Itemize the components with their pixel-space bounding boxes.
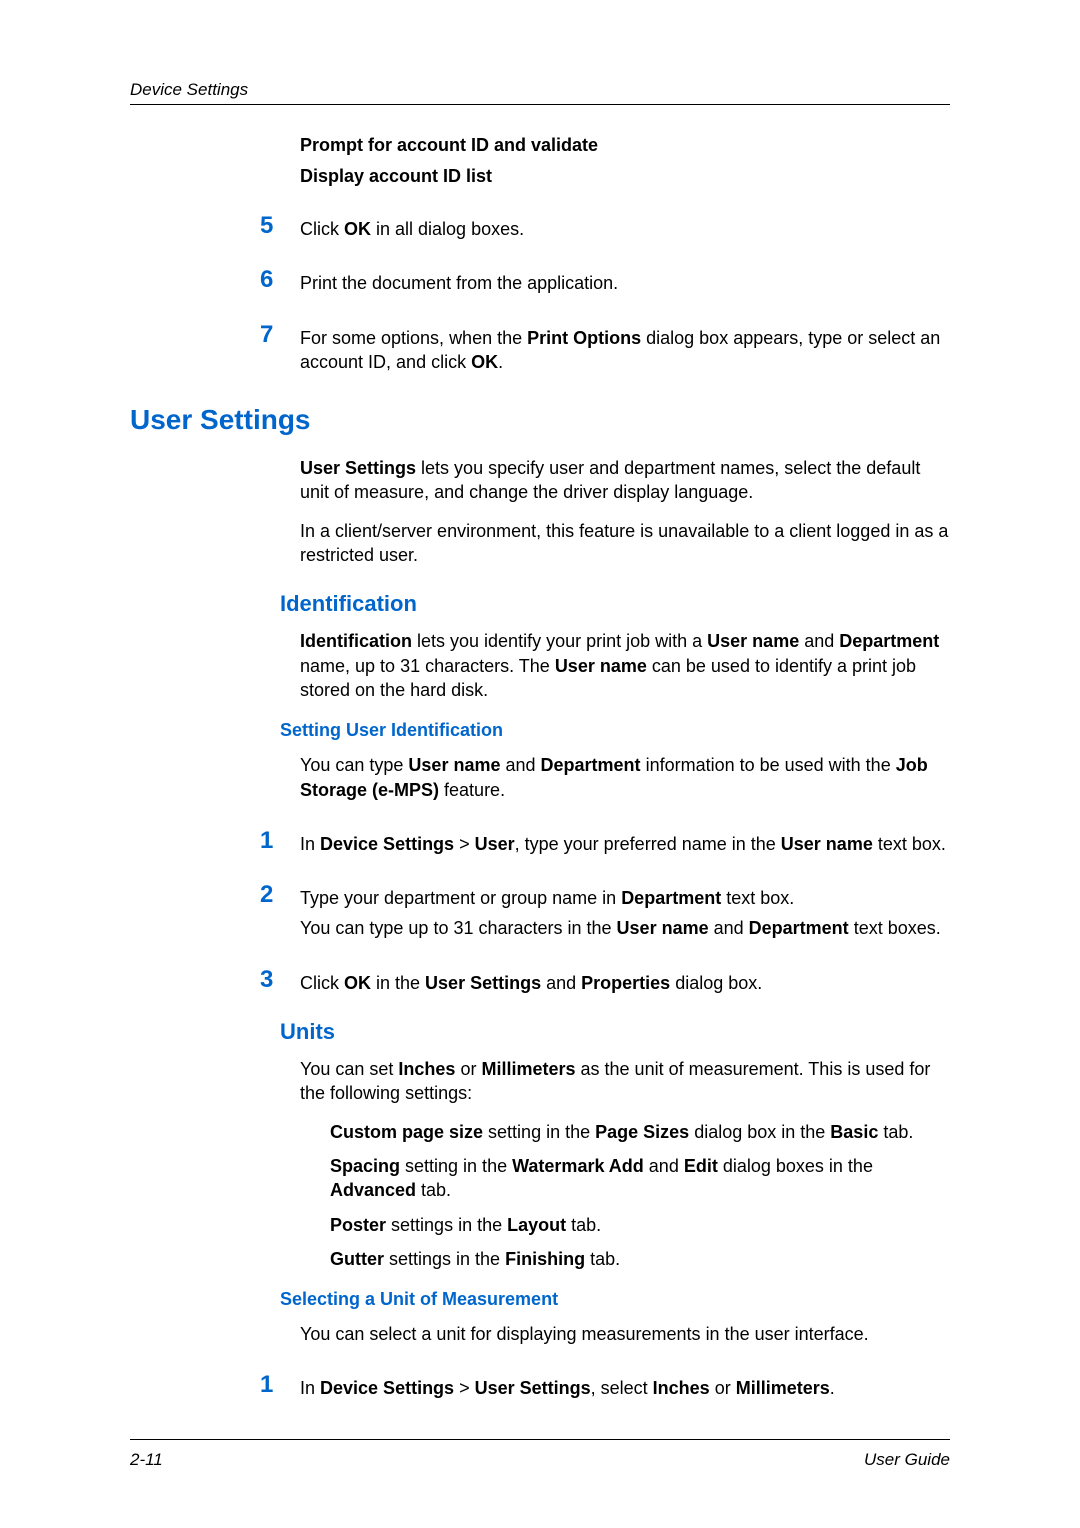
step-text: In Device Settings > User Settings, sele… — [300, 1372, 835, 1400]
identification-para: Identification lets you identify your pr… — [300, 629, 950, 702]
step-text: In Device Settings > User, type your pre… — [300, 828, 946, 856]
header-title: Device Settings — [130, 80, 248, 99]
step-text: For some options, when the Print Options… — [300, 322, 950, 375]
step-number: 7 — [260, 322, 300, 348]
step-6: 6 Print the document from the applicatio… — [260, 267, 950, 295]
step-text: Click OK in all dialog boxes. — [300, 213, 524, 241]
page-footer: 2-11 User Guide — [130, 1439, 950, 1470]
intro-line-1: Prompt for account ID and validate — [300, 135, 950, 156]
step-number: 1 — [260, 828, 300, 854]
intro-line-2: Display account ID list — [300, 166, 950, 187]
step-7: 7 For some options, when the Print Optio… — [260, 322, 950, 375]
step-number: 5 — [260, 213, 300, 239]
units-item-4: Gutter settings in the Finishing tab. — [330, 1247, 950, 1271]
content-area: Prompt for account ID and validate Displ… — [130, 135, 950, 1401]
units-step-1: 1 In Device Settings > User Settings, se… — [260, 1372, 950, 1400]
units-item-2: Spacing setting in the Watermark Add and… — [330, 1154, 950, 1203]
page-header: Device Settings — [130, 80, 950, 105]
heading-user-settings: User Settings — [130, 404, 950, 436]
step-text: Print the document from the application. — [300, 267, 618, 295]
footer-title: User Guide — [864, 1450, 950, 1470]
setting-user-id-para: You can type User name and Department in… — [300, 753, 950, 802]
ident-step-2: 2 Type your department or group name in … — [260, 882, 950, 910]
heading-identification: Identification — [280, 591, 950, 617]
step-number: 3 — [260, 967, 300, 993]
user-settings-para-1: User Settings lets you specify user and … — [300, 456, 950, 505]
ident-step-1: 1 In Device Settings > User, type your p… — [260, 828, 950, 856]
units-item-1: Custom page size setting in the Page Siz… — [330, 1120, 950, 1144]
step-number: 2 — [260, 882, 300, 908]
step-number: 1 — [260, 1372, 300, 1398]
page-number: 2-11 — [130, 1450, 163, 1470]
intro-block: Prompt for account ID and validate Displ… — [300, 135, 950, 187]
heading-selecting-unit: Selecting a Unit of Measurement — [280, 1289, 950, 1310]
ident-step-3: 3 Click OK in the User Settings and Prop… — [260, 967, 950, 995]
step-text: Click OK in the User Settings and Proper… — [300, 967, 762, 995]
step-number: 6 — [260, 267, 300, 293]
heading-setting-user-identification: Setting User Identification — [280, 720, 950, 741]
units-para-2: You can select a unit for displaying mea… — [300, 1322, 950, 1346]
units-item-3: Poster settings in the Layout tab. — [330, 1213, 950, 1237]
heading-units: Units — [280, 1019, 950, 1045]
ident-step-2-sub: You can type up to 31 characters in the … — [300, 916, 950, 940]
user-settings-para-2: In a client/server environment, this fea… — [300, 519, 950, 568]
units-para-1: You can set Inches or Millimeters as the… — [300, 1057, 950, 1106]
step-5: 5 Click OK in all dialog boxes. — [260, 213, 950, 241]
step-text: Type your department or group name in De… — [300, 882, 794, 910]
